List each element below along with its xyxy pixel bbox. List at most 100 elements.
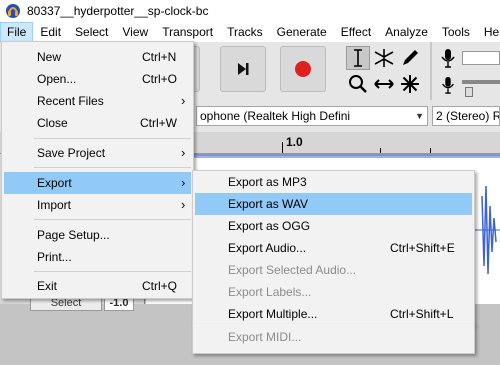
skip-to-end-icon <box>238 63 249 75</box>
microphone-icon <box>441 49 455 68</box>
microphone-icon <box>442 76 454 94</box>
menu-item-label: Print... <box>37 250 72 264</box>
draw-tool-icon <box>403 50 418 65</box>
chevron-right-icon: › <box>181 197 186 212</box>
envelope-tool-icon <box>374 49 394 67</box>
menu-item-label: Close <box>37 116 68 130</box>
chevron-right-icon: › <box>181 175 186 190</box>
input-channels-value: 2 (Stereo) Re <box>436 109 499 123</box>
menu-item-label: Export MIDI... <box>228 330 302 344</box>
menu-item-shortcut: Ctrl+Shift+L <box>390 307 454 321</box>
menu-item-label: Import <box>37 198 72 212</box>
export-as-mp3[interactable]: Export as MP3 <box>195 171 472 193</box>
menu-transport[interactable]: Transport <box>155 22 220 42</box>
file-menu-export[interactable]: Export › <box>4 172 191 194</box>
export-submenu-tail: Export MIDI... <box>192 324 475 354</box>
ruler-tick <box>380 148 381 153</box>
multi-tool[interactable] <box>398 72 422 96</box>
multi-tool-icon <box>401 75 419 93</box>
menu-analyze[interactable]: Analyze <box>378 22 435 42</box>
slider-thumb[interactable] <box>465 87 473 97</box>
file-menu-save-project[interactable]: Save Project › <box>4 142 191 164</box>
audacity-app-icon <box>6 4 20 18</box>
menu-item-label: Exit <box>37 279 58 293</box>
envelope-tool[interactable] <box>372 46 396 70</box>
menu-select[interactable]: Select <box>68 22 115 42</box>
menu-item-label: Save Project <box>37 146 106 160</box>
menu-item-label: Open... <box>37 72 77 86</box>
export-as-ogg[interactable]: Export as OGG <box>195 215 472 237</box>
menu-help[interactable]: Help <box>477 22 500 42</box>
menu-generate[interactable]: Generate <box>270 22 334 42</box>
file-menu: New Ctrl+N Open... Ctrl+O Recent Files ›… <box>1 41 194 299</box>
export-selected-audio[interactable]: Export Selected Audio... <box>195 259 472 281</box>
menu-item-label: Export as MP3 <box>228 175 307 189</box>
menu-item-label: New <box>37 50 62 64</box>
menu-item-label: Export Audio... <box>228 241 307 255</box>
export-midi[interactable]: Export MIDI... <box>195 326 472 348</box>
file-menu-print[interactable]: Print... <box>4 246 191 268</box>
input-device-value: ophone (Realtek High Defini <box>200 109 351 123</box>
menu-item-label: Export Selected Audio... <box>228 263 357 277</box>
menu-item-shortcut: Ctrl+N <box>142 50 177 64</box>
menu-tracks[interactable]: Tracks <box>220 22 270 42</box>
record-icon <box>295 61 311 77</box>
skip-to-end-button[interactable] <box>220 46 266 92</box>
menu-item-shortcut: Ctrl+Q <box>142 279 178 293</box>
chevron-down-icon: ▼ <box>415 111 424 121</box>
ruler-tick <box>282 142 283 153</box>
menu-item-label: Export as WAV <box>228 197 309 211</box>
menu-item-shortcut: Ctrl+W <box>140 116 177 130</box>
export-submenu: Export as MP3 Export as WAV Export as OG… <box>192 170 475 325</box>
menu-item-label: Recent Files <box>37 94 104 108</box>
menu-item-label: Export as OGG <box>228 219 311 233</box>
export-audio[interactable]: Export Audio... Ctrl+Shift+E <box>195 237 472 259</box>
menu-item-shortcut: Ctrl+O <box>142 72 178 86</box>
menu-separator <box>34 219 191 220</box>
zoom-tool-icon <box>349 75 367 93</box>
menu-item-label: Page Setup... <box>37 228 110 242</box>
chevron-right-icon: › <box>181 145 186 160</box>
toolbar-divider <box>430 42 432 100</box>
file-menu-close[interactable]: Close Ctrl+W <box>4 112 191 134</box>
file-menu-new[interactable]: New Ctrl+N <box>4 46 191 68</box>
timeshift-tool[interactable] <box>372 72 396 96</box>
window-title: 80337__hyderpotter__sp-clock-bc <box>27 4 209 18</box>
menu-view[interactable]: View <box>115 22 155 42</box>
input-device-select[interactable]: ophone (Realtek High Defini ▼ <box>196 106 428 126</box>
file-menu-import[interactable]: Import › <box>4 194 191 216</box>
export-as-wav[interactable]: Export as WAV <box>195 193 472 215</box>
menu-item-label: Export Multiple... <box>228 307 318 321</box>
menu-separator <box>34 167 191 168</box>
zoom-tool[interactable] <box>346 72 370 96</box>
file-menu-recent-files[interactable]: Recent Files › <box>4 90 191 112</box>
ruler-tick-label: 1.0 <box>286 135 303 149</box>
menu-tools[interactable]: Tools <box>435 22 477 42</box>
title-bar: 80337__hyderpotter__sp-clock-bc <box>0 0 500 22</box>
menu-item-label: Export <box>37 176 72 190</box>
waveform-top-edge <box>146 154 500 158</box>
record-meter[interactable] <box>462 51 500 65</box>
menu-item-shortcut: Ctrl+Shift+E <box>390 241 455 255</box>
menu-bar: File Edit Select View Transport Tracks G… <box>0 22 500 42</box>
chevron-right-icon: › <box>181 93 186 108</box>
draw-tool[interactable] <box>398 46 422 70</box>
menu-separator <box>34 138 191 139</box>
menu-edit[interactable]: Edit <box>33 22 68 42</box>
menu-file[interactable]: File <box>0 22 34 42</box>
ruler-tick <box>430 148 431 153</box>
record-volume-slider[interactable] <box>462 80 500 84</box>
export-multiple[interactable]: Export Multiple... Ctrl+Shift+L <box>195 303 472 325</box>
file-menu-exit[interactable]: Exit Ctrl+Q <box>4 275 191 297</box>
file-menu-page-setup[interactable]: Page Setup... <box>4 224 191 246</box>
export-labels[interactable]: Export Labels... <box>195 281 472 303</box>
file-menu-open[interactable]: Open... Ctrl+O <box>4 68 191 90</box>
record-button[interactable] <box>280 46 326 92</box>
selection-tool[interactable] <box>346 46 370 70</box>
selection-tool-icon <box>354 49 362 67</box>
menu-item-label: Export Labels... <box>228 285 312 299</box>
menu-effect[interactable]: Effect <box>334 22 378 42</box>
menu-separator <box>34 271 191 272</box>
timeshift-tool-icon <box>374 79 394 89</box>
input-channels-select[interactable]: 2 (Stereo) Re <box>432 106 500 126</box>
